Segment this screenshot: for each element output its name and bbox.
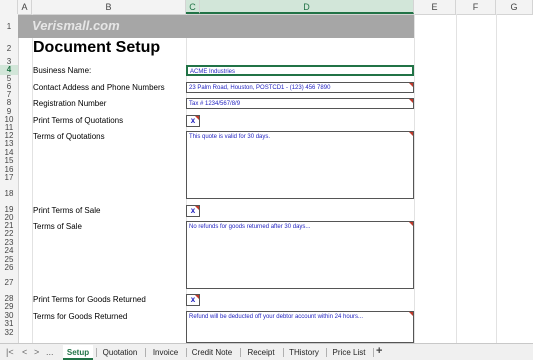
column-header-f[interactable]: F bbox=[456, 0, 496, 14]
registration-label: Registration Number bbox=[33, 99, 107, 108]
row-header-27[interactable]: 27 bbox=[0, 272, 18, 294]
tab-separator bbox=[240, 348, 241, 357]
tab-separator bbox=[145, 348, 146, 357]
comment-indicator bbox=[409, 83, 413, 87]
scroll-next-sheet-button[interactable]: > bbox=[34, 347, 39, 357]
row-header-9[interactable]: 9 bbox=[0, 108, 18, 116]
comment-indicator bbox=[195, 116, 199, 120]
terms-sale-field[interactable]: No refunds for goods returned after 30 d… bbox=[186, 221, 414, 289]
tab-separator bbox=[283, 348, 284, 357]
column-header-d[interactable]: D bbox=[200, 0, 414, 14]
banner-logo-text: Verismall.com bbox=[32, 18, 120, 33]
comment-indicator bbox=[409, 312, 413, 316]
column-header-bar: A B C D E F G bbox=[0, 0, 533, 15]
tab-separator bbox=[326, 348, 327, 357]
terms-quotations-label: Terms of Quotations bbox=[33, 132, 105, 141]
business-name-field[interactable]: ACME Industries bbox=[186, 65, 414, 76]
scroll-prev-sheet-button[interactable]: < bbox=[22, 347, 27, 357]
print-returned-label: Print Terms for Goods Returned bbox=[33, 295, 146, 304]
print-quotations-label: Print Terms of Quotations bbox=[33, 116, 124, 125]
print-sale-label: Print Terms of Sale bbox=[33, 206, 101, 215]
comment-indicator bbox=[409, 99, 413, 103]
business-name-label: Business Name: bbox=[33, 66, 92, 75]
terms-sale-label: Terms of Sale bbox=[33, 222, 82, 231]
gridline bbox=[496, 14, 497, 343]
gridline bbox=[414, 14, 415, 343]
contact-field[interactable]: 23 Palm Road, Houston, POSTCD1 - (123) 4… bbox=[186, 82, 414, 93]
tab-separator bbox=[186, 348, 187, 357]
print-quotations-checkbox[interactable]: x bbox=[186, 115, 200, 127]
gridline bbox=[32, 14, 33, 343]
comment-indicator bbox=[195, 295, 199, 299]
more-sheets-button[interactable]: ... bbox=[46, 347, 54, 357]
row-header-32[interactable]: 32 bbox=[0, 328, 18, 337]
row-header-17[interactable]: 17 bbox=[0, 174, 18, 182]
terms-returned-value: Refund will be deducted off your debtor … bbox=[189, 314, 363, 320]
row-header-7[interactable]: 7 bbox=[0, 91, 18, 99]
sheet-tab-bar: |< < > ... Setup Quotation Invoice Credi… bbox=[0, 343, 533, 360]
add-sheet-icon[interactable]: + bbox=[376, 345, 382, 357]
row-header-20[interactable]: 20 bbox=[0, 214, 18, 222]
row-header-2[interactable]: 2 bbox=[0, 39, 18, 58]
terms-returned-label: Terms for Goods Returned bbox=[33, 312, 128, 321]
row-header-13[interactable]: 13 bbox=[0, 140, 18, 148]
comment-indicator bbox=[409, 222, 413, 226]
terms-quotations-field[interactable]: This quote is valid for 30 days. bbox=[186, 131, 414, 199]
terms-sale-value: No refunds for goods returned after 30 d… bbox=[189, 224, 311, 230]
column-header-a[interactable]: A bbox=[18, 0, 32, 14]
row-header-11[interactable]: 11 bbox=[0, 124, 18, 132]
registration-field[interactable]: Tax # 1234/567/8/9 bbox=[186, 98, 414, 109]
tab-separator bbox=[373, 348, 374, 357]
terms-quotations-value: This quote is valid for 30 days. bbox=[189, 134, 271, 140]
print-sale-checkbox[interactable]: x bbox=[186, 205, 200, 217]
row-header-15[interactable]: 15 bbox=[0, 157, 18, 165]
contact-label: Contact Addess and Phone Numbers bbox=[33, 83, 165, 92]
row-header-22[interactable]: 22 bbox=[0, 230, 18, 238]
tab-credit-note[interactable]: Credit Note bbox=[189, 345, 235, 360]
terms-returned-field[interactable]: Refund will be deducted off your debtor … bbox=[186, 311, 414, 343]
tab-quotation[interactable]: Quotation bbox=[99, 345, 141, 360]
tab-thistory[interactable]: THistory bbox=[286, 345, 322, 360]
row-header-31[interactable]: 31 bbox=[0, 320, 18, 328]
tab-price-list[interactable]: Price List bbox=[329, 345, 369, 360]
row-header-29[interactable]: 29 bbox=[0, 303, 18, 311]
row-header-3[interactable]: 3 bbox=[0, 58, 18, 66]
gridline bbox=[456, 14, 457, 343]
column-header-g[interactable]: G bbox=[496, 0, 533, 14]
row-header-1[interactable]: 1 bbox=[0, 14, 18, 39]
tab-separator bbox=[96, 348, 97, 357]
page-title: Document Setup bbox=[33, 39, 161, 56]
comment-indicator bbox=[409, 132, 413, 136]
tab-invoice[interactable]: Invoice bbox=[148, 345, 183, 360]
row-header-18[interactable]: 18 bbox=[0, 182, 18, 205]
registration-value: Tax # 1234/567/8/9 bbox=[189, 101, 241, 107]
row-header-5[interactable]: 5 bbox=[0, 75, 18, 83]
column-header-b[interactable]: B bbox=[32, 0, 186, 14]
comment-indicator bbox=[195, 206, 199, 210]
row-header-26[interactable]: 26 bbox=[0, 264, 18, 272]
select-all-corner[interactable] bbox=[0, 0, 18, 14]
tab-setup[interactable]: Setup bbox=[63, 345, 93, 360]
tab-receipt[interactable]: Receipt bbox=[243, 345, 279, 360]
column-header-c[interactable]: C bbox=[186, 0, 200, 14]
scroll-first-sheet-button[interactable]: |< bbox=[6, 347, 14, 357]
contact-value: 23 Palm Road, Houston, POSTCD1 - (123) 4… bbox=[189, 85, 331, 91]
print-returned-checkbox[interactable]: x bbox=[186, 294, 200, 306]
row-header-24[interactable]: 24 bbox=[0, 247, 18, 255]
column-header-e[interactable]: E bbox=[414, 0, 456, 14]
